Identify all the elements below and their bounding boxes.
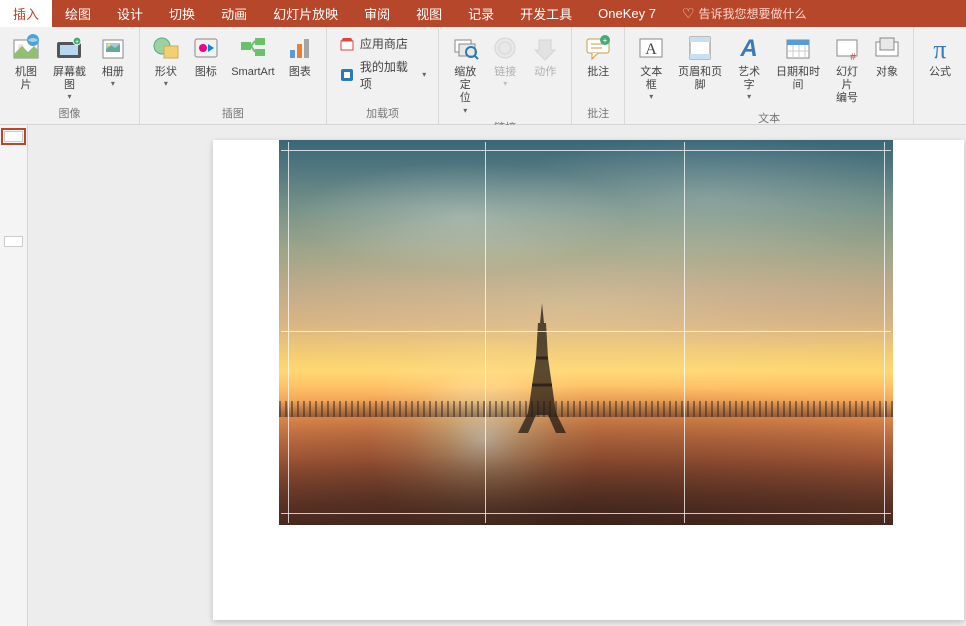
zoom-icon: [449, 32, 481, 64]
object-button[interactable]: 对象: [867, 30, 907, 81]
datetime-icon: [782, 32, 814, 64]
tab-view[interactable]: 视图: [403, 0, 455, 27]
svg-text:π: π: [933, 35, 946, 64]
svg-text:+: +: [75, 39, 79, 46]
ribbon: 机图片 + 屏幕截图 ▾ 相册 ▾ 图像: [0, 27, 966, 125]
ribbon-group-links: 缩放定 位 ▾ 链接 ▾ 动作 链接: [439, 27, 572, 124]
tab-onekey7[interactable]: OneKey 7: [585, 0, 669, 27]
screenshot-button[interactable]: + 屏幕截图 ▾: [46, 30, 93, 103]
chevron-down-icon: ▾: [111, 79, 115, 88]
lightbulb-icon: ♡: [682, 5, 695, 22]
smartart-button[interactable]: SmartArt: [226, 30, 280, 81]
ribbon-group-label: 批注: [578, 103, 618, 124]
action-icon: [529, 32, 561, 64]
svg-text:+: +: [603, 36, 608, 45]
comment-button[interactable]: + 批注: [578, 30, 618, 81]
icons-button[interactable]: 图标: [186, 30, 226, 81]
slidenum-icon: #: [831, 32, 863, 64]
chevron-down-icon: ▾: [503, 79, 507, 88]
tab-transitions[interactable]: 切换: [156, 0, 208, 27]
ribbon-group-images: 机图片 + 屏幕截图 ▾ 相册 ▾ 图像: [0, 27, 140, 124]
tell-me-search[interactable]: ♡ 告诉我您想要做什么: [682, 5, 807, 22]
chart-icon: [284, 32, 316, 64]
slide-thumbnail-1[interactable]: [4, 131, 23, 142]
action-button: 动作: [525, 30, 565, 81]
chevron-down-icon: ▾: [463, 106, 467, 115]
header-footer-button[interactable]: 页眉和页脚: [671, 30, 729, 94]
textbox-icon: A: [635, 32, 667, 64]
chevron-down-icon: ▾: [422, 70, 426, 79]
chevron-down-icon: ▾: [67, 92, 71, 101]
tab-animations[interactable]: 动画: [208, 0, 260, 27]
globe-image-icon: [10, 32, 42, 64]
ribbon-group-label: 加载项: [333, 103, 432, 124]
workspace: [0, 125, 966, 626]
myaddins-icon: [339, 67, 355, 83]
tab-draw[interactable]: 绘图: [52, 0, 104, 27]
wordart-icon: A: [733, 32, 765, 64]
wordart-button[interactable]: A 艺术字 ▾: [729, 30, 769, 103]
icons-icon: [190, 32, 222, 64]
store-button[interactable]: 应用商店: [333, 32, 432, 55]
svg-text:A: A: [739, 35, 757, 62]
object-icon: [871, 32, 903, 64]
shapes-button[interactable]: 形状 ▾: [146, 30, 186, 90]
tab-insert[interactable]: 插入: [0, 0, 52, 27]
textbox-button[interactable]: A 文本框 ▾: [631, 30, 671, 103]
ribbon-group-text: A 文本框 ▾ 页眉和页脚 A 艺术字 ▾: [625, 27, 914, 124]
shapes-icon: [150, 32, 182, 64]
sunset-image-render: [279, 140, 893, 525]
ribbon-group-illustrations: 形状 ▾ 图标 SmartArt 图表 插图: [140, 27, 327, 124]
ribbon-group-symbols: π 公式: [914, 27, 966, 124]
smartart-icon: [237, 32, 269, 64]
ribbon-tab-bar: 插入 绘图 设计 切换 动画 幻灯片放映 审阅 视图 记录 开发工具 OneKe…: [0, 0, 966, 27]
slide-thumbnail-2[interactable]: [4, 236, 23, 247]
tab-slideshow[interactable]: 幻灯片放映: [260, 0, 351, 27]
datetime-button[interactable]: 日期和时间: [769, 30, 827, 94]
inserted-image[interactable]: [279, 140, 893, 525]
link-icon: [489, 32, 521, 64]
headerfooter-icon: [684, 32, 716, 64]
ribbon-group-comments: + 批注 批注: [572, 27, 625, 124]
svg-text:#: #: [850, 52, 856, 63]
tab-developer[interactable]: 开发工具: [507, 0, 585, 27]
ribbon-group-label: [920, 119, 960, 124]
slide-thumbnail-panel[interactable]: [0, 125, 28, 626]
online-pictures-button[interactable]: 机图片: [6, 30, 46, 94]
slide-canvas-area[interactable]: [28, 125, 966, 626]
slide-number-button[interactable]: # 幻灯片 编号: [827, 30, 867, 108]
equation-icon: π: [924, 32, 956, 64]
photo-album-button[interactable]: 相册 ▾: [93, 30, 133, 90]
screenshot-icon: +: [53, 32, 85, 64]
slide[interactable]: [213, 140, 964, 620]
ribbon-group-label: 插图: [146, 103, 320, 124]
ribbon-group-addins: 应用商店 我的加载项 ▾ 加载项: [327, 27, 439, 124]
equation-button[interactable]: π 公式: [920, 30, 960, 81]
my-addins-button[interactable]: 我的加载项 ▾: [333, 55, 432, 95]
tab-review[interactable]: 审阅: [351, 0, 403, 27]
comment-icon: +: [582, 32, 614, 64]
store-icon: [339, 36, 355, 52]
zoom-button[interactable]: 缩放定 位 ▾: [445, 30, 485, 117]
chevron-down-icon: ▾: [649, 92, 653, 101]
ribbon-group-label: 图像: [6, 103, 133, 124]
hyperlink-button: 链接 ▾: [485, 30, 525, 90]
chevron-down-icon: ▾: [747, 92, 751, 101]
album-icon: [97, 32, 129, 64]
svg-text:A: A: [645, 41, 657, 58]
chevron-down-icon: ▾: [164, 79, 168, 88]
tab-design[interactable]: 设计: [104, 0, 156, 27]
chart-button[interactable]: 图表: [280, 30, 320, 81]
tab-record[interactable]: 记录: [455, 0, 507, 27]
